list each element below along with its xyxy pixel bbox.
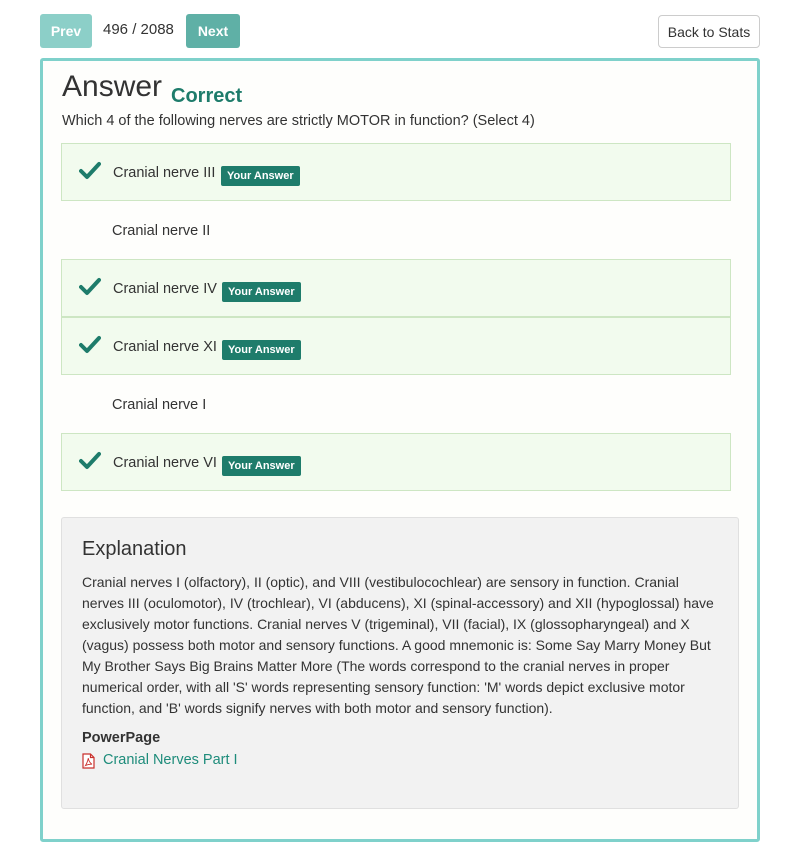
checkmark-icon	[79, 336, 101, 353]
answer-options: Cranial nerve III Your Answer Cranial ne…	[61, 143, 731, 491]
next-button[interactable]: Next	[186, 14, 240, 48]
option-label: Cranial nerve II	[112, 223, 211, 239]
option-label: Cranial nerve XI	[113, 339, 217, 355]
cranial-nerves-part-1-link[interactable]: Cranial Nerves Part I	[103, 752, 238, 768]
answer-panel: Answer Correct Which 4 of the following …	[40, 58, 760, 842]
correct-status: Correct	[171, 85, 243, 107]
question-counter: 496 / 2088	[103, 21, 174, 38]
your-answer-badge: Your Answer	[222, 340, 301, 360]
option-row[interactable]: Cranial nerve IV Your Answer	[61, 259, 731, 317]
option-row[interactable]: Cranial nerve VI Your Answer	[61, 433, 731, 491]
explanation-box: Explanation Cranial nerves I (olfactory)…	[61, 517, 739, 809]
checkmark-icon	[79, 162, 101, 179]
option-label: Cranial nerve IV	[113, 281, 217, 297]
explanation-text: Cranial nerves I (olfactory), II (optic)…	[82, 574, 714, 716]
option-label: Cranial nerve I	[112, 397, 207, 413]
option-label: Cranial nerve VI	[113, 455, 217, 471]
answer-title: Answer	[62, 70, 163, 103]
your-answer-badge: Your Answer	[222, 282, 301, 302]
option-row[interactable]: Cranial nerve III Your Answer	[61, 143, 731, 201]
powerpage-label: PowerPage	[82, 730, 161, 746]
checkmark-icon	[79, 452, 101, 469]
option-row[interactable]: Cranial nerve XI Your Answer	[61, 317, 731, 375]
back-to-stats-button[interactable]: Back to Stats	[658, 15, 760, 48]
question-text: Which 4 of the following nerves are stri…	[62, 113, 535, 129]
your-answer-badge: Your Answer	[222, 456, 301, 476]
prev-button[interactable]: Prev	[40, 14, 92, 48]
option-row[interactable]: Cranial nerve II	[61, 201, 731, 259]
option-row[interactable]: Cranial nerve I	[61, 375, 731, 433]
checkmark-icon	[79, 278, 101, 295]
option-label: Cranial nerve III	[113, 165, 216, 181]
pdf-icon	[82, 753, 95, 769]
your-answer-badge: Your Answer	[221, 166, 300, 186]
top-navigation: Prev 496 / 2088 Next Back to Stats	[40, 14, 760, 48]
explanation-heading: Explanation	[82, 538, 187, 560]
